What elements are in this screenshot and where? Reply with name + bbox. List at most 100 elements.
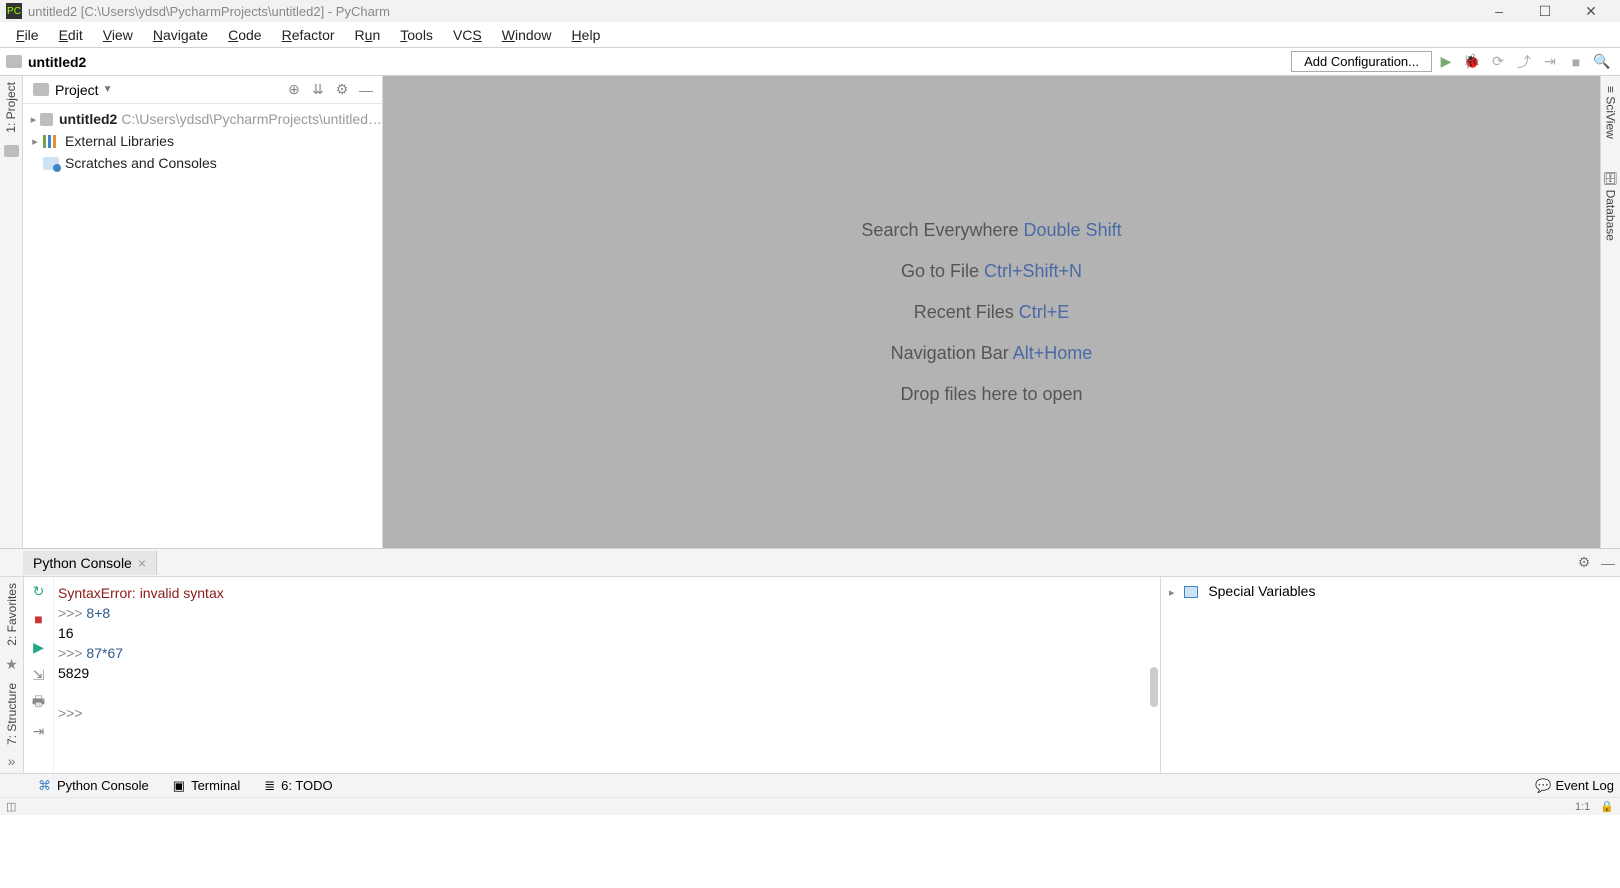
tree-external-libraries[interactable]: ▸ External Libraries xyxy=(23,130,382,152)
folder-mini-icon[interactable] xyxy=(4,145,19,157)
console-wrapper: Python Console × ⚙ — 2: Favorites ★ 7: S… xyxy=(0,548,1620,773)
hide-icon[interactable]: — xyxy=(1596,555,1620,571)
coverage-icon[interactable]: ⟳ xyxy=(1486,50,1510,74)
history-icon[interactable]: ⇥ xyxy=(29,721,49,741)
console-result: 5829 xyxy=(58,663,1156,683)
tab-database[interactable]: 🗄 Database xyxy=(1602,165,1620,247)
stop-icon[interactable]: ■ xyxy=(1564,50,1588,74)
cursor-position[interactable]: 1:1 xyxy=(1575,801,1590,813)
scratch-icon xyxy=(43,157,59,170)
console-error: SyntaxError: invalid syntax xyxy=(58,583,1156,603)
project-panel: Project ▼ ⊕ ⇊ ⚙ — ▸ untitled2 C:\Users\y… xyxy=(23,76,383,548)
locate-icon[interactable]: ⊕ xyxy=(282,81,306,98)
console-prompt[interactable]: >>> xyxy=(58,705,83,721)
debug-icon[interactable]: 🐞 xyxy=(1460,50,1484,74)
menu-tools[interactable]: Tools xyxy=(390,25,443,45)
console-tab-bar: Python Console × ⚙ — xyxy=(0,549,1620,577)
console-tab[interactable]: Python Console × xyxy=(23,551,157,575)
profile-icon[interactable]: ⤴ xyxy=(1512,50,1536,74)
close-tab-icon[interactable]: × xyxy=(138,555,146,571)
menu-code[interactable]: Code xyxy=(218,25,271,45)
chevron-right-icon[interactable]: ▸ xyxy=(1169,587,1175,599)
hint-navbar: Navigation Bar xyxy=(891,343,1009,363)
add-configuration-button[interactable]: Add Configuration... xyxy=(1291,51,1432,72)
menu-refactor[interactable]: Refactor xyxy=(272,25,345,45)
tree-ext-label: External Libraries xyxy=(65,133,174,149)
terminal-icon: ▣ xyxy=(173,778,185,794)
maximize-button[interactable]: ☐ xyxy=(1522,0,1568,22)
chevron-right-icon[interactable]: ▸ xyxy=(27,135,43,148)
minimize-button[interactable]: – xyxy=(1476,0,1522,22)
menu-view[interactable]: View xyxy=(93,25,143,45)
project-tree[interactable]: ▸ untitled2 C:\Users\ydsd\PycharmProject… xyxy=(23,104,382,178)
hint-recent: Recent Files xyxy=(914,302,1014,322)
menu-window[interactable]: Window xyxy=(492,25,562,45)
special-variables-label: Special Variables xyxy=(1208,583,1315,599)
menu-navigate[interactable]: Navigate xyxy=(143,25,218,45)
tab-structure[interactable]: 7: Structure xyxy=(3,677,21,751)
console-expr: 8+8 xyxy=(86,605,110,621)
close-button[interactable]: ✕ xyxy=(1568,0,1614,22)
run-icon[interactable]: ▶ xyxy=(1434,50,1458,74)
tab-terminal[interactable]: ▣ Terminal xyxy=(161,774,252,797)
menu-run[interactable]: Run xyxy=(345,25,391,45)
collapse-icon[interactable]: ⇊ xyxy=(306,81,330,98)
tab-favorites[interactable]: 2: Favorites xyxy=(3,577,21,652)
todo-icon: ≣ xyxy=(264,778,275,794)
breadcrumb[interactable]: untitled2 xyxy=(28,54,86,70)
chevron-right-icon[interactable]: ▸ xyxy=(27,113,40,126)
stop-icon[interactable]: ■ xyxy=(29,609,49,629)
event-log-icon: 💬 xyxy=(1535,778,1551,794)
tree-root[interactable]: ▸ untitled2 C:\Users\ydsd\PycharmProject… xyxy=(23,108,382,130)
folder-icon xyxy=(33,83,49,96)
console-result: 16 xyxy=(58,623,1156,643)
gear-icon[interactable]: ⚙ xyxy=(330,81,354,98)
status-icon[interactable]: ◫ xyxy=(6,800,16,813)
tree-root-path: C:\Users\ydsd\PycharmProjects\untitled… xyxy=(121,111,382,127)
console-toolbar: ↻ ■ ▶ ⇲ 🖶 ⇥ xyxy=(24,577,54,773)
pycharm-icon: PC xyxy=(6,3,22,19)
menu-bar: File Edit View Navigate Code Refactor Ru… xyxy=(0,22,1620,48)
tab-todo[interactable]: ≣ 6: TODO xyxy=(252,774,344,797)
variables-panel[interactable]: ▸ Special Variables xyxy=(1160,577,1620,773)
shortcut-navbar: Alt+Home xyxy=(1013,343,1093,363)
tree-root-name: untitled2 xyxy=(59,111,117,127)
window-title: untitled2 [C:\Users\ydsd\PycharmProjects… xyxy=(28,4,390,19)
editor-placeholder[interactable]: Search Everywhere Double Shift Go to Fil… xyxy=(383,76,1600,548)
navigation-bar: untitled2 Add Configuration... ▶ 🐞 ⟳ ⤴ ⇥… xyxy=(0,48,1620,76)
project-panel-title[interactable]: Project xyxy=(55,82,99,98)
project-panel-header: Project ▼ ⊕ ⇊ ⚙ — xyxy=(23,76,382,104)
rerun-icon[interactable]: ↻ xyxy=(29,581,49,601)
debug-console-icon[interactable]: ⇲ xyxy=(29,665,49,685)
menu-help[interactable]: Help xyxy=(562,25,611,45)
shortcut-search: Double Shift xyxy=(1024,220,1122,240)
menu-vcs[interactable]: VCS xyxy=(443,25,492,45)
attach-icon[interactable]: ⇥ xyxy=(1538,50,1562,74)
console-output[interactable]: SyntaxError: invalid syntax >>> 8+8 16 >… xyxy=(54,577,1160,773)
shortcut-recent: Ctrl+E xyxy=(1019,302,1070,322)
menu-file[interactable]: File xyxy=(6,25,49,45)
left-gutter: 1: Project xyxy=(0,76,23,548)
hint-drop: Drop files here to open xyxy=(900,384,1082,404)
scrollbar-thumb[interactable] xyxy=(1150,667,1158,707)
hide-icon[interactable]: — xyxy=(354,82,378,98)
menu-edit[interactable]: Edit xyxy=(49,25,93,45)
tab-project[interactable]: 1: Project xyxy=(2,76,20,139)
gear-icon[interactable]: ⚙ xyxy=(1572,554,1596,571)
tab-python-console[interactable]: ⌘ Python Console xyxy=(26,774,161,797)
event-log-button[interactable]: 💬 Event Log xyxy=(1535,778,1614,794)
left-gutter-lower: 2: Favorites ★ 7: Structure » xyxy=(0,577,24,773)
print-icon[interactable]: 🖶 xyxy=(29,693,49,713)
tab-sciview[interactable]: ≡ SciView xyxy=(1602,80,1620,145)
bottom-bar: ⌘ Python Console ▣ Terminal ≣ 6: TODO 💬 … xyxy=(0,773,1620,797)
search-icon[interactable]: 🔍 xyxy=(1590,50,1614,74)
shortcut-gotofile: Ctrl+Shift+N xyxy=(984,261,1082,281)
chevron-down-icon[interactable]: ▼ xyxy=(103,84,113,95)
star-icon: ★ xyxy=(5,656,18,673)
more-icon[interactable]: » xyxy=(8,753,16,769)
status-bar: ◫ 1:1 🔒 xyxy=(0,797,1620,815)
lock-icon[interactable]: 🔒 xyxy=(1600,800,1614,813)
tree-scratches[interactable]: Scratches and Consoles xyxy=(23,152,382,174)
hint-search: Search Everywhere xyxy=(861,220,1018,240)
execute-icon[interactable]: ▶ xyxy=(29,637,49,657)
